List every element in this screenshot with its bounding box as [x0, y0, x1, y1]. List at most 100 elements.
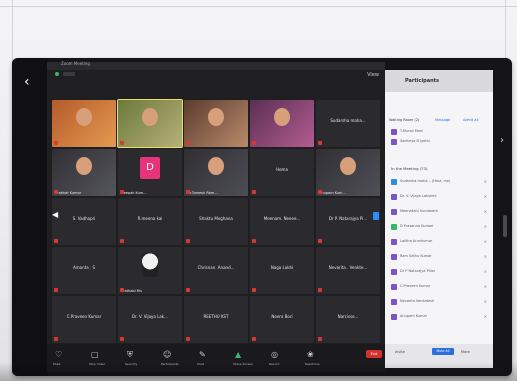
- participant-tile[interactable]: S. Vadhapri: [52, 198, 116, 245]
- member-row[interactable]: Nevarita Venkatesh ✕: [391, 298, 491, 306]
- participant-tile[interactable]: Meenam. Neeee...: [250, 198, 314, 245]
- avatar: [391, 224, 397, 230]
- participant-face: [340, 157, 356, 175]
- meeting-topbar: View: [47, 70, 385, 84]
- waiting-room-label: Waiting Room (2): [389, 118, 420, 122]
- participant-tile[interactable]: [184, 100, 248, 147]
- mute-all-label: Mute All: [436, 349, 450, 353]
- member-row[interactable]: C.Praveen Kumar ✕: [391, 283, 491, 291]
- avatar: [142, 253, 158, 277]
- muted-mic-icon: ✕: [483, 299, 487, 304]
- muted-mic-icon: [252, 190, 256, 194]
- muted-mic-icon: ✕: [483, 224, 487, 229]
- participants-icon[interactable]: ☺: [163, 350, 171, 359]
- avatar: D: [140, 157, 160, 179]
- participant-tile[interactable]: Dr.Tomesh Ram...: [184, 149, 248, 196]
- mute-all-button[interactable]: Mute All: [432, 348, 454, 355]
- participant-tile[interactable]: [52, 100, 116, 147]
- participant-caption: Dr.Tomesh Ram...: [187, 191, 218, 195]
- next-page-icon[interactable]: [373, 212, 379, 220]
- reactions-icon[interactable]: ❀: [307, 350, 314, 359]
- muted-mic-icon: ✕: [483, 254, 487, 259]
- back-icon[interactable]: ‹: [24, 74, 30, 90]
- member-row[interactable]: Sudarsha maha... (Host, me) ✕: [391, 178, 491, 186]
- member-row[interactable]: Dr P Natarajya Pillai ✕: [391, 268, 491, 276]
- muted-mic-icon: ✕: [483, 284, 487, 289]
- muted-mic-icon: [252, 239, 256, 243]
- muted-mic-icon: [252, 288, 256, 292]
- participant-tile[interactable]: Amanta . S: [52, 247, 116, 294]
- member-row[interactable]: Ram Sethu Kumar ✕: [391, 253, 491, 261]
- participant-tile[interactable]: Prathabi Ris: [118, 247, 182, 294]
- message-button[interactable]: Message: [435, 118, 450, 122]
- participant-tile[interactable]: [250, 100, 314, 147]
- participant-tile[interactable]: Dr. V. Vijaya Lak...: [118, 296, 182, 343]
- admit-all-button[interactable]: Admit all: [463, 118, 479, 122]
- mic-icon[interactable]: ♡: [55, 350, 62, 359]
- muted-mic-icon: [54, 141, 58, 145]
- share-icon[interactable]: ▲: [235, 350, 241, 359]
- more-button[interactable]: More: [461, 350, 470, 354]
- avatar: [391, 314, 397, 320]
- security-icon[interactable]: [55, 72, 59, 76]
- participant-tile[interactable]: Dr P. Natarajya Pi...: [316, 198, 380, 245]
- member-row[interactable]: D Prasanna Kumari ✕: [391, 223, 491, 231]
- participant-tile[interactable]: Neera Bori: [250, 296, 314, 343]
- muted-mic-icon: [120, 190, 124, 194]
- participant-tile[interactable]: Hema: [250, 149, 314, 196]
- window-titlebar: Zoom Meeting: [47, 61, 385, 70]
- window-title: Zoom Meeting: [61, 61, 90, 66]
- participant-name: Hema: [276, 166, 288, 172]
- avatar: [391, 209, 397, 215]
- participant-tile[interactable]: Nevarita . Venkte...: [316, 247, 380, 294]
- participant-tile[interactable]: Shaktu Meghana: [184, 198, 248, 245]
- participant-name: Neera Bori: [271, 313, 293, 319]
- participant-tile[interactable]: R.meena kai: [118, 198, 182, 245]
- chevron-right-icon[interactable]: ›: [500, 135, 504, 146]
- muted-mic-icon: [186, 288, 190, 292]
- invite-button[interactable]: Invite: [395, 350, 405, 354]
- participant-tile[interactable]: C.Praveen Kumar: [52, 296, 116, 343]
- prev-page-icon[interactable]: ◀: [52, 210, 58, 219]
- participant-name: Nevarita Venkatesh: [400, 299, 435, 303]
- participant-name: Sadhriya B Jyothi: [400, 139, 430, 143]
- participant-tile[interactable]: D Deepak Kum...: [118, 149, 182, 196]
- participant-video: [184, 149, 248, 196]
- muted-mic-icon: [120, 141, 124, 145]
- chat-icon[interactable]: ✎: [199, 350, 206, 359]
- record-icon[interactable]: ◎: [271, 350, 278, 359]
- muted-mic-icon: ✕: [483, 209, 487, 214]
- member-row[interactable]: Meenakshi Sundaram ✕: [391, 208, 491, 216]
- participant-tile[interactable]: Chrisnan. Anand...: [184, 247, 248, 294]
- participant-video: [184, 100, 248, 147]
- participant-tile[interactable]: REETHU KST: [184, 296, 248, 343]
- side-handle[interactable]: [503, 215, 507, 237]
- member-row[interactable]: Lalitha Arunkumar ✕: [391, 238, 491, 246]
- avatar: [391, 194, 397, 200]
- participant-name: Dr. V. Vijaya Lak...: [132, 313, 168, 319]
- paper-line: [0, 6, 517, 7]
- waiting-row[interactable]: T.Murali Mani: [391, 128, 491, 136]
- participant-caption: Prabhat Kumar: [55, 191, 82, 195]
- shield-icon[interactable]: ⛨: [127, 350, 133, 360]
- member-row[interactable]: Anupam Kumar ✕: [391, 313, 491, 321]
- participant-video: [118, 100, 182, 147]
- end-meeting-button[interactable]: End: [366, 350, 382, 358]
- meeting-info-icon[interactable]: [63, 72, 75, 76]
- avatar: [391, 129, 397, 135]
- participant-name: Chrisnan. Anand...: [197, 264, 235, 270]
- avatar: [391, 179, 397, 185]
- participant-tile[interactable]: [117, 99, 183, 148]
- waiting-row[interactable]: Sadhriya B Jyothi: [391, 138, 491, 146]
- view-button[interactable]: View: [367, 72, 379, 78]
- participant-tile[interactable]: Narcisse...: [316, 296, 380, 343]
- member-row[interactable]: Dr. V. Vijaya Lakshmi ✕: [391, 193, 491, 201]
- participant-tile[interactable]: Sudarsha maha...: [316, 100, 380, 147]
- participant-tile[interactable]: Prabhat Kumar: [52, 149, 116, 196]
- panel-title: Participants: [405, 78, 440, 84]
- participant-tile[interactable]: Anupam Kum...: [316, 149, 380, 196]
- participant-tile[interactable]: Naga Lakhi: [250, 247, 314, 294]
- participant-video: [52, 149, 116, 196]
- video-icon[interactable]: ▢: [91, 350, 99, 359]
- muted-mic-icon: [318, 190, 322, 194]
